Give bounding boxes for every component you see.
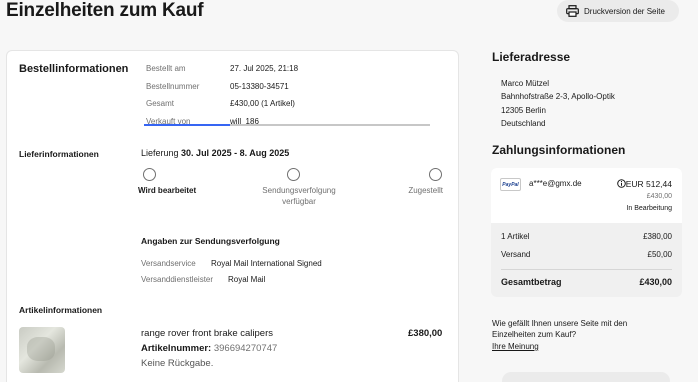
delivery-estimate: Lieferung 30. Jul 2025 - 8. Aug 2025 (141, 148, 289, 158)
item-number: Artikelnummer: 396694270747 (141, 343, 277, 354)
item-number-value: 396694270747 (213, 343, 278, 354)
printer-icon (566, 5, 579, 17)
paypal-logo-icon: PayPal (500, 178, 521, 191)
delivery-prefix: Lieferung (141, 148, 179, 158)
info-icon[interactable] (617, 179, 626, 188)
print-version-button[interactable]: Druckversion der Seite (557, 0, 679, 22)
step-tracking-label-line2: verfügbar (282, 197, 316, 206)
address-street: Bahnhofstraße 2-3, Apollo-Optik (501, 92, 615, 101)
order-total-value: £430,00 (1 Artikel) (230, 99, 295, 108)
summary-total-row: Gesamtbetrag £430,00 (501, 277, 672, 287)
item-number-label: Artikelnummer: (141, 343, 212, 354)
step-tracking-dot (287, 168, 300, 181)
step-tracking-label: Sendungsverfolgung verfügbar (249, 185, 349, 207)
item-thumbnail[interactable] (19, 327, 65, 373)
summary-items-value: £380,00 (643, 232, 672, 241)
step-tracking-label-line1: Sendungsverfolgung (262, 186, 336, 195)
carrier-label: Versanddienstleister (141, 275, 214, 284)
address-country: Deutschland (501, 119, 546, 128)
payment-box: PayPal a***e@gmx.de EUR 512,44 £430,00 I… (491, 168, 682, 223)
payment-amount: EUR 512,44 (625, 179, 672, 189)
delivery-progress-fill (144, 124, 230, 126)
bottom-action-button[interactable] (502, 372, 670, 382)
payment-status: In Bearbeitung (626, 205, 672, 212)
item-info-heading: Artikelinformationen (19, 305, 103, 315)
summary-shipping-label: Versand (501, 250, 531, 259)
delivery-date-range: 30. Jul 2025 - 8. Aug 2025 (181, 148, 290, 158)
summary-divider (501, 269, 672, 270)
order-number-label: Bestellnummer (146, 82, 200, 91)
step-processing-label: Wird bearbeitet (138, 186, 197, 195)
item-returns: Keine Rückgabe. (141, 358, 214, 369)
payment-info-heading: Zahlungsinformationen (492, 143, 626, 157)
shipping-service-value: Royal Mail International Signed (211, 259, 322, 268)
summary-items-row: 1 Artikel £380,00 (501, 232, 672, 241)
order-date-label: Bestellt am (146, 64, 186, 73)
order-number-value: 05-13380-34571 (230, 82, 289, 91)
shipping-service-label: Versandservice (141, 259, 196, 268)
order-summary: 1 Artikel £380,00 Versand £50,00 Gesamtb… (491, 223, 682, 297)
summary-total-label: Gesamtbetrag (501, 277, 562, 287)
summary-total-value: £430,00 (639, 277, 672, 287)
delivery-info-heading: Lieferinformationen (19, 149, 99, 159)
step-delivered-dot (429, 168, 442, 181)
feedback-question: Wie gefällt Ihnen unsere Seite mit den E… (492, 319, 628, 339)
order-info-heading: Bestellinformationen (19, 63, 129, 75)
step-processing-dot (143, 168, 156, 181)
print-button-label: Druckversion der Seite (584, 6, 665, 16)
paypal-account: a***e@gmx.de (529, 179, 582, 188)
item-price: £380,00 (408, 328, 443, 339)
carrier-value: Royal Mail (228, 275, 266, 284)
summary-items-label: 1 Artikel (501, 232, 530, 241)
order-date-value: 27. Jul 2025, 21:18 (230, 64, 299, 73)
summary-shipping-value: £50,00 (647, 250, 672, 259)
address-name: Marco Mützel (501, 79, 550, 88)
feedback-link[interactable]: Ihre Meinung (492, 342, 539, 351)
delivery-progress-track (144, 124, 430, 126)
item-title[interactable]: range rover front brake calipers (141, 328, 273, 339)
page-title: Einzelheiten zum Kauf (6, 0, 204, 21)
address-city: 12305 Berlin (501, 106, 546, 115)
shipping-address-heading: Lieferadresse (492, 50, 571, 64)
summary-shipping-row: Versand £50,00 (501, 250, 672, 259)
step-delivered-label: Zugestellt (408, 186, 443, 195)
order-total-label: Gesamt (146, 99, 175, 108)
tracking-heading: Angaben zur Sendungsverfolgung (141, 236, 280, 246)
payment-amount-gbp: £430,00 (646, 193, 672, 200)
